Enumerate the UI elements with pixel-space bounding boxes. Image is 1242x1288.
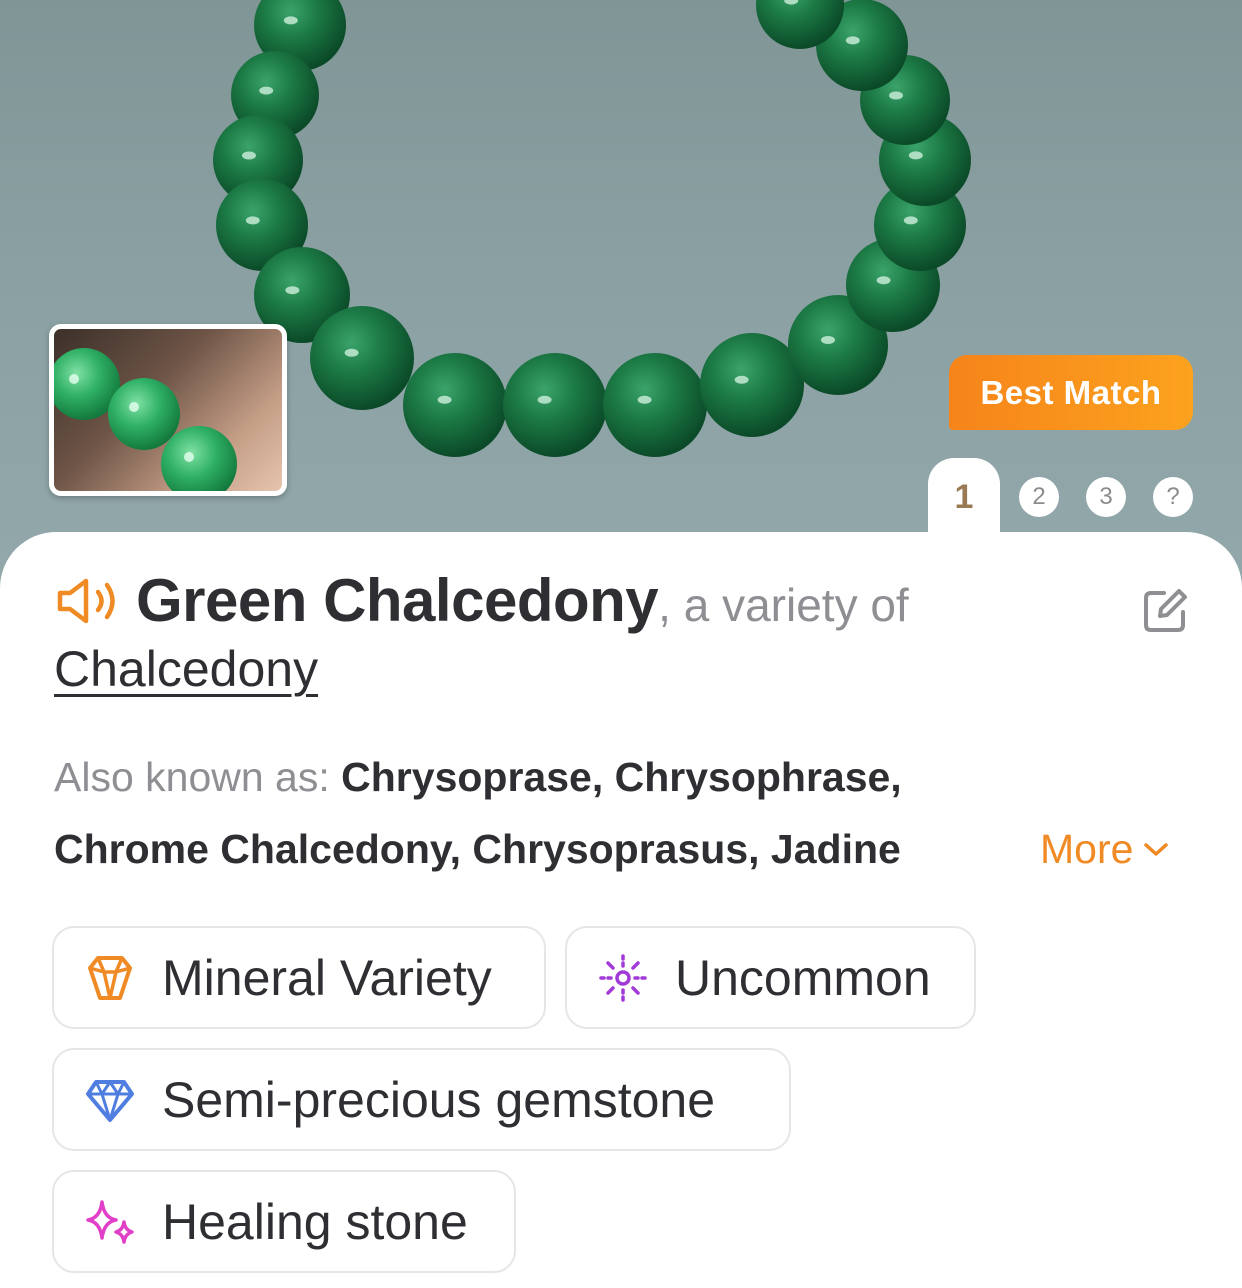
tag-label: Healing stone (162, 1193, 468, 1250)
bead-highlight-13 (908, 151, 923, 160)
sparkles-icon (86, 1199, 134, 1244)
bead-highlight-2 (242, 151, 256, 160)
bead-highlight-6 (437, 395, 452, 404)
bead-highlight-12 (903, 216, 918, 225)
variety-prefix: , a variety of (658, 579, 909, 631)
tag-label: Uncommon (675, 949, 931, 1006)
bead-highlight-14 (889, 91, 903, 100)
bead-highlight-1 (259, 86, 274, 95)
tag-semi-precious[interactable]: Semi-precious gemstone (52, 1048, 791, 1151)
tag-label: Semi-precious gemstone (162, 1071, 716, 1128)
tag-uncommon[interactable]: Uncommon (565, 926, 976, 1029)
edit-icon[interactable] (1142, 588, 1188, 634)
bead-highlight-8 (637, 395, 652, 404)
parent-species-link[interactable]: Chalcedony (54, 640, 318, 698)
tag-healing-stone[interactable]: Healing stone (52, 1170, 516, 1273)
bead-highlight-11 (876, 276, 891, 285)
result-tab-1[interactable]: 1 (928, 458, 1000, 548)
bead-highlight-0 (283, 16, 298, 25)
aka-names-2: Chrome Chalcedony, Chrysoprasus, Jadine (54, 826, 901, 872)
more-button[interactable]: More (1040, 826, 1169, 873)
bead-highlight-4 (285, 286, 300, 295)
bead-highlight-9 (734, 375, 749, 384)
diamond-icon (86, 1079, 134, 1122)
result-tab-help[interactable]: ? (1153, 477, 1193, 517)
tag-label: Mineral Variety (162, 949, 492, 1006)
bead-8 (603, 353, 707, 457)
sparkle-burst-icon (599, 953, 647, 1002)
bead-5 (310, 306, 414, 410)
aka-label: Also known as: (54, 754, 330, 800)
more-label: More (1040, 826, 1134, 872)
bead-highlight-3 (245, 216, 260, 225)
aka-line-1: Also known as: Chrysoprase, Chrysophrase… (54, 750, 902, 804)
result-tab-2[interactable]: 2 (1019, 477, 1059, 517)
result-pager: 1 2 3 ? (0, 458, 1242, 548)
best-match-badge: Best Match (949, 355, 1193, 430)
bead-7 (503, 353, 607, 457)
bead-6 (403, 353, 507, 457)
bead-highlight-10 (821, 336, 835, 344)
speaker-icon[interactable] (54, 576, 124, 626)
bead-highlight-5 (344, 348, 359, 357)
tag-mineral-variety[interactable]: Mineral Variety (52, 926, 546, 1029)
species-name: Green Chalcedony (136, 567, 659, 634)
bead-highlight-7 (537, 395, 552, 404)
aka-names-1: Chrysoprase, Chrysophrase, (341, 754, 902, 800)
result-tab-3[interactable]: 3 (1086, 477, 1126, 517)
bead-highlight-15 (845, 36, 860, 45)
page-title: Green Chalcedony, a variety of (136, 566, 909, 635)
crystal-icon (88, 955, 132, 1000)
chevron-down-icon (1144, 842, 1169, 856)
